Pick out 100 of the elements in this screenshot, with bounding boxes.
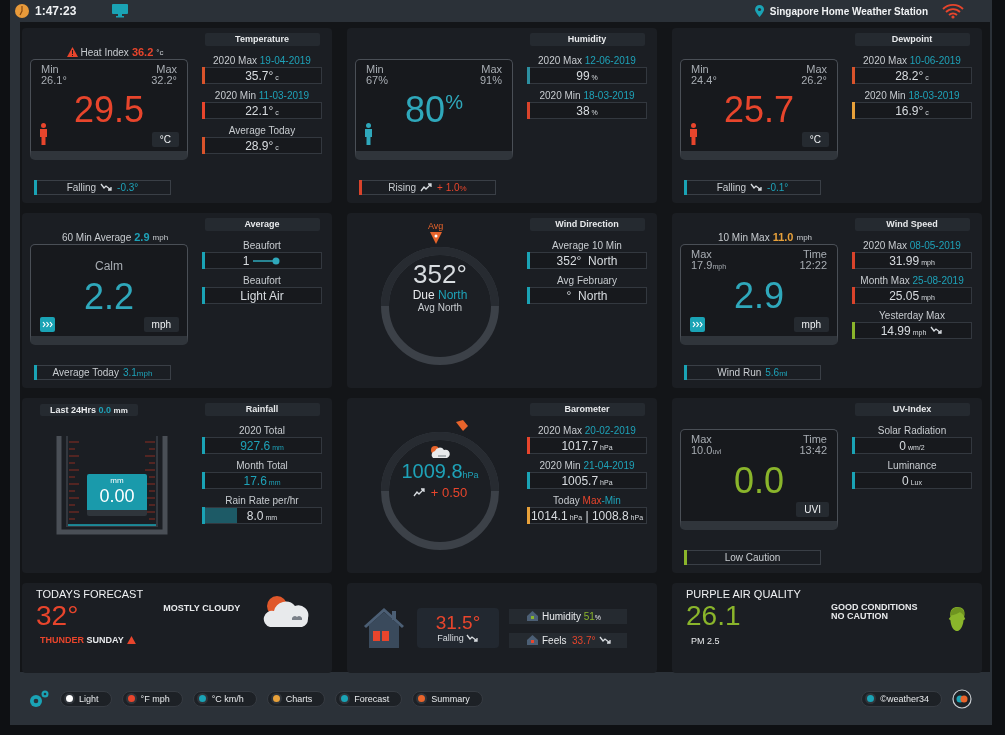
unit-label: UVI	[796, 502, 829, 517]
theme-toggle-icon[interactable]	[952, 688, 972, 709]
corner-value: 67%	[366, 75, 389, 86]
trend-text: Falling	[66, 182, 97, 193]
direction-marker	[430, 232, 442, 244]
card-title: TODAYS FORECAST	[36, 588, 144, 600]
trend-down-icon	[750, 183, 764, 192]
warning-icon	[126, 636, 136, 644]
reading-value: 80$^{%}$	[405, 90, 463, 130]
indoor-temperature: 31.5°	[435, 613, 481, 633]
stat-label: 2020 Total	[239, 424, 285, 437]
card-title: Temperature	[204, 33, 320, 46]
corner-value: 26.1°	[41, 75, 67, 86]
reading-value: 25.7	[723, 90, 795, 130]
feels-like: Feels 33.7°	[542, 634, 596, 646]
house-icon	[361, 607, 407, 649]
wind-speed-icon[interactable]	[40, 317, 55, 332]
view-button[interactable]: Light	[60, 690, 112, 707]
stat-label: 2020 Max 19-04-2019	[213, 54, 311, 67]
card-title: Barometer	[529, 403, 645, 416]
corner-value: 12:22	[799, 260, 827, 271]
stat-value: Light Air	[240, 288, 284, 303]
note-unit: °c	[156, 47, 164, 57]
note-value: 2.9	[134, 231, 150, 243]
corner-label: Max	[806, 64, 827, 75]
corner-label: Max	[481, 64, 502, 75]
reading-value: 0.0	[733, 461, 784, 501]
card-title: Wind Speed	[854, 218, 970, 231]
corner-value: 91%	[479, 75, 502, 86]
monitor-icon[interactable]	[112, 4, 129, 18]
corner-label: Min	[366, 64, 385, 75]
condition-text: Calm	[95, 259, 123, 273]
unit-label: mph	[143, 317, 179, 332]
trend-up-icon	[420, 183, 434, 192]
view-button[interactable]: °F mph	[121, 690, 183, 707]
credit-link[interactable]: ©weather34	[861, 690, 942, 707]
note-unit: mph	[152, 232, 169, 242]
trend-value: + 1.0%	[437, 182, 467, 193]
station-name: Singapore Home Weather Station	[769, 5, 928, 17]
stat-label: Solar Radiation	[877, 424, 947, 437]
view-button[interactable]: Summary	[412, 690, 483, 707]
card-title: Dewpoint	[854, 33, 970, 46]
stat-label: Avg February	[557, 274, 617, 287]
corner-value: 24.4°	[691, 75, 717, 86]
settings-icon[interactable]	[28, 688, 50, 709]
rain-unit: mm	[110, 476, 124, 486]
stat-label: Average Today	[228, 124, 296, 137]
stat-label: 2020 Min 11-03-2019	[214, 89, 310, 102]
reading-value: 29.5	[73, 90, 145, 130]
person-icon	[689, 123, 698, 145]
stat-label: 2020 Min 18-03-2019	[539, 89, 635, 102]
pressure-change: + 0.50	[430, 485, 468, 500]
trend-value: 5.6mi	[765, 367, 788, 378]
corner-label: Time	[802, 434, 827, 445]
person-icon	[364, 123, 373, 145]
air-quality-status: GOOD CONDITIONS	[830, 603, 918, 612]
direction-text: Due North	[412, 288, 468, 302]
rain-value: 0.00	[99, 486, 135, 506]
stat-label: 2020 Max 12-06-2019	[538, 54, 636, 67]
corner-label: Max	[156, 64, 177, 75]
card-title: Average	[204, 218, 320, 231]
stat-value: ° North	[566, 288, 608, 303]
location-pin-icon	[754, 5, 764, 17]
house-icon	[527, 635, 538, 645]
wind-speed-icon[interactable]	[690, 317, 705, 332]
note-label: 10 Min Max	[717, 231, 770, 243]
trend-down-icon	[599, 635, 613, 645]
corner-label: Min	[691, 64, 710, 75]
clock-icon	[15, 4, 29, 18]
reading-value: 2.2	[83, 277, 134, 317]
unit-label: mph	[793, 317, 829, 332]
stat-label: 2020 Min 21-04-2019	[539, 459, 635, 472]
trend-value: -0.3°	[117, 182, 139, 193]
person-icon	[39, 123, 48, 145]
corner-value: 32.2°	[151, 75, 177, 86]
note-value: 11.0	[772, 231, 794, 243]
trend-text: Low Caution	[724, 552, 781, 563]
house-icon	[527, 611, 538, 621]
view-button[interactable]: °C km/h	[192, 690, 257, 707]
stat-label: 2020 Max 20-02-2019	[538, 424, 636, 437]
trend-up-icon	[412, 488, 426, 497]
last-24hrs-label: Last 24Hrs 0.0 mm	[40, 404, 138, 416]
view-button[interactable]: Forecast	[335, 690, 403, 707]
stat-label: Yesterday Max	[879, 309, 945, 322]
trend-down-icon	[100, 183, 114, 192]
trend-down-icon	[465, 633, 479, 643]
trend-text: Falling	[437, 633, 464, 643]
view-button[interactable]: Charts	[266, 690, 326, 707]
air-quality-value: 26.1	[686, 600, 742, 632]
corner-label: Min	[41, 64, 60, 75]
marker-label: Avg	[428, 221, 444, 231]
corner-value: 26.2°	[801, 75, 827, 86]
unit-label: °C	[151, 132, 179, 147]
stat-label: Rain Rate per/hr	[225, 494, 299, 507]
trend-down-icon	[930, 326, 944, 335]
note-unit: mph	[796, 232, 813, 242]
stat-label: Month Total	[236, 459, 288, 472]
stat-label: Average 10 Min	[552, 239, 622, 252]
note-value: 36.2	[131, 46, 154, 58]
corner-label: Max	[691, 434, 713, 445]
